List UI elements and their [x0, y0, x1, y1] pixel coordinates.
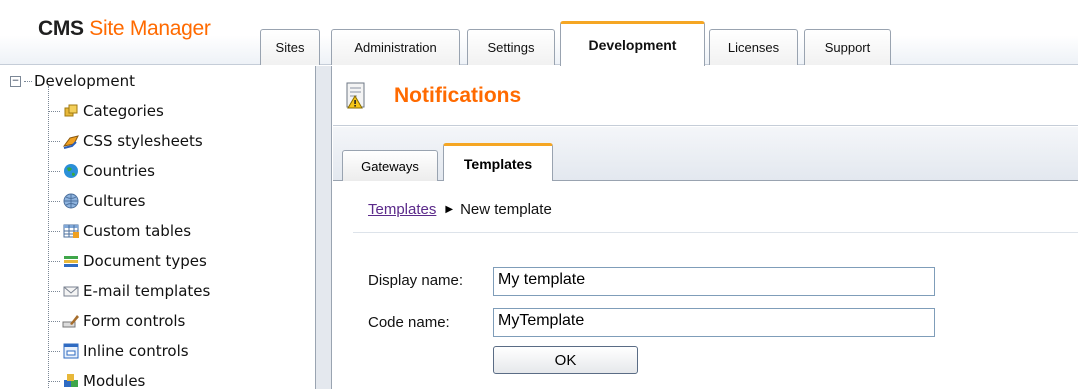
tree-item-custom-tables[interactable]: Custom tables	[48, 220, 191, 242]
css-stylesheets-icon	[62, 135, 79, 149]
tree-root-development[interactable]: − Development	[10, 72, 135, 90]
tree-connector	[48, 200, 60, 202]
breadcrumb-current: New template	[460, 201, 552, 218]
cultures-icon	[63, 193, 79, 209]
tree-item-label: Categories	[83, 102, 164, 120]
tree-connector	[48, 290, 60, 292]
tree-root-label: Development	[34, 72, 135, 90]
tree-item-categories[interactable]: Categories	[48, 100, 164, 122]
tab-settings[interactable]: Settings	[467, 29, 555, 65]
notifications-icon	[346, 82, 365, 109]
tab-support[interactable]: Support	[804, 29, 891, 65]
email-templates-icon	[63, 286, 79, 297]
tree-item-label: E-mail templates	[83, 282, 211, 300]
tree-item-label: Custom tables	[83, 222, 192, 240]
code-name-field[interactable]: MyTemplate	[493, 308, 935, 337]
breadcrumb: Templates ▶ New template	[368, 201, 552, 218]
tree-item-label: Cultures	[83, 192, 146, 210]
document-types-icon	[64, 256, 78, 267]
modules-icon	[64, 374, 78, 387]
main-content: Notifications Gateways Templates Templat…	[333, 66, 1078, 389]
tree-connector	[48, 260, 60, 262]
title-bar: Notifications	[333, 66, 1078, 126]
tree-connector	[48, 320, 60, 322]
display-name-label: Display name:	[368, 272, 464, 289]
tab-sites[interactable]: Sites	[260, 29, 320, 65]
tree-item-label: Modules	[83, 372, 146, 389]
pane-splitter[interactable]	[316, 66, 332, 389]
tree-item-label: Document types	[83, 252, 207, 270]
tree-item-css-stylesheets[interactable]: CSS stylesheets	[48, 130, 203, 152]
tree-connector	[48, 350, 60, 352]
countries-icon	[64, 164, 78, 178]
breadcrumb-arrow-icon: ▶	[445, 204, 454, 215]
header: CMS Site Manager Sites Administration Se…	[0, 0, 1078, 66]
divider	[353, 232, 1078, 233]
page-title: Notifications	[394, 84, 522, 107]
tree-item-modules[interactable]: Modules	[48, 370, 145, 389]
tree-connector	[24, 80, 32, 82]
custom-tables-icon	[63, 224, 79, 238]
tab-gateways[interactable]: Gateways	[342, 150, 438, 181]
tree-connector	[48, 380, 60, 382]
breadcrumb-link-templates[interactable]: Templates	[368, 201, 436, 218]
tree-item-email-templates[interactable]: E-mail templates	[48, 280, 210, 302]
logo-cms: CMS	[38, 17, 84, 40]
display-name-field[interactable]: My template	[493, 267, 935, 296]
navigation-tree: − Development Categories CSS stylesheets…	[0, 66, 316, 389]
tree-item-document-types[interactable]: Document types	[48, 250, 207, 272]
tree-item-inline-controls[interactable]: Inline controls	[48, 340, 189, 362]
tree-item-countries[interactable]: Countries	[48, 160, 155, 182]
tab-licenses[interactable]: Licenses	[709, 29, 798, 65]
tree-item-cultures[interactable]: Cultures	[48, 190, 145, 212]
collapse-icon[interactable]: −	[10, 75, 21, 87]
categories-icon	[64, 104, 78, 117]
tree-connector	[48, 140, 60, 142]
inline-controls-icon	[63, 343, 79, 359]
tree-connector	[48, 230, 60, 232]
form-controls-icon	[62, 315, 79, 328]
ok-button[interactable]: OK	[493, 346, 638, 374]
logo-site-manager: Site Manager	[83, 17, 211, 40]
tree-item-form-controls[interactable]: Form controls	[48, 310, 185, 332]
tab-development[interactable]: Development	[560, 21, 705, 66]
tree-item-label: Inline controls	[83, 342, 189, 360]
tab-templates[interactable]: Templates	[443, 143, 553, 181]
tree-connector	[48, 170, 60, 172]
subtabs-bar: Gateways Templates	[333, 127, 1078, 181]
tree-item-label: CSS stylesheets	[83, 132, 203, 150]
tree-item-label: Countries	[83, 162, 155, 180]
tree-item-label: Form controls	[83, 312, 186, 330]
tab-administration[interactable]: Administration	[331, 29, 460, 65]
app-logo: CMS Site Manager	[38, 17, 211, 41]
tree-connector	[48, 110, 60, 112]
code-name-label: Code name:	[368, 314, 450, 331]
